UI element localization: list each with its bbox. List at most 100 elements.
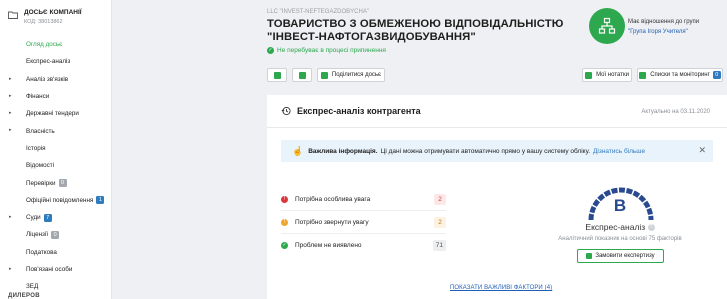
share-icon <box>320 71 328 79</box>
folder-icon <box>8 11 18 19</box>
sidebar-item[interactable]: ▸ Аналіз зв'язків <box>0 71 111 88</box>
risk-row[interactable]: ! Потрібно звернути увагу 2 <box>281 214 446 231</box>
sidebar-item[interactable]: ▸ Державні тендери <box>0 105 111 122</box>
sidebar-item-label: Огляд досьє <box>26 41 63 49</box>
latin-name: LLC "INVEST-NEFTEGAZDOBYCHA" <box>267 9 369 15</box>
company-code: КОД: 38013862 <box>24 19 63 25</box>
risk-label: Проблем не виявлено <box>295 242 362 249</box>
sidebar-item-label: Експрес-аналіз <box>26 58 71 66</box>
sidebar-item[interactable]: Огляд досьє <box>0 36 111 53</box>
risk-label: Потрібна особлива увага <box>295 196 371 203</box>
sidebar: ДОСЬЄ КОМПАНІЇ КОД: 38013862 Огляд досьє… <box>0 0 112 299</box>
sidebar-item[interactable]: Відомості <box>0 157 111 174</box>
company-header: LLC "INVEST-NEFTEGAZDOBYCHA" ТОВАРИСТВО … <box>112 0 727 92</box>
order-label: Замовити експертизу <box>595 253 655 259</box>
risk-count: 2 <box>434 217 446 228</box>
lists-monitoring-button[interactable]: Списки та моніторинг 0 <box>637 68 723 82</box>
score-subtitle: Аналітичний показник на основі 75 фактор… <box>558 236 682 242</box>
express-analysis-card: Експрес-аналіз контрагента Актуально на … <box>267 95 727 299</box>
company-name: ТОВАРИСТВО З ОБМЕЖЕНОЮ ВІДПОВІДАЛЬНІСТЮ … <box>267 18 564 43</box>
lists-label: Списки та моніторинг <box>650 72 710 78</box>
group-relation: Має відношення до групи "Група Ігоря Учи… <box>628 17 699 37</box>
sidebar-item[interactable]: ▸ Власність <box>0 122 111 139</box>
help-icon[interactable]: ? <box>647 224 655 232</box>
sidebar-item-label: Перевірки <box>26 179 56 187</box>
dossier-title: ДОСЬЄ КОМПАНІЇ <box>24 9 82 16</box>
sidebar-item-label: Офіційні повідомлення <box>26 196 94 204</box>
sidebar-item-label: Суди <box>26 214 41 222</box>
share-label: Поділитися досьє <box>331 72 382 78</box>
sidebar-item[interactable]: ▸ Суди 7 <box>0 209 111 226</box>
chevron-right-icon[interactable]: ▸ <box>9 127 12 133</box>
sidebar-item-label: Державні тендери <box>26 110 79 118</box>
share-dossier-button[interactable]: Поділитися досьє <box>317 68 385 82</box>
risk-row[interactable]: ✓ Проблем не виявлено 71 <box>281 237 446 254</box>
updated-date: Актуально на 03.11.2020 <box>641 109 710 115</box>
chevron-right-icon[interactable]: ▸ <box>9 214 12 220</box>
notes-icon <box>585 71 593 79</box>
group-icon-button[interactable] <box>589 8 625 44</box>
sidebar-item[interactable]: Експрес-аналіз <box>0 53 111 70</box>
grade-letter: B <box>613 196 627 215</box>
close-icon[interactable]: ✕ <box>698 145 706 156</box>
sidebar-item-label: Власність <box>26 127 55 135</box>
check-icon: ✓ <box>267 47 274 54</box>
sidebar-item[interactable]: Історія <box>0 140 111 157</box>
risk-row[interactable]: ! Потрібна особлива увага 2 <box>281 191 446 208</box>
risk-label: Потрібно звернути увагу <box>295 219 369 226</box>
sidebar-item-label: Відомості <box>26 162 55 170</box>
sidebar-item[interactable]: ▸ Фінанси <box>0 88 111 105</box>
sidebar-item-label: Фінанси <box>26 93 50 101</box>
export-button[interactable] <box>292 68 312 82</box>
sidebar-item-label: Історія <box>26 144 46 152</box>
show-factors-link[interactable]: ПОКАЗАТИ ВАЖЛИВІ ФАКТОРИ (4) <box>450 285 552 291</box>
sidebar-item-label: ЗЕД <box>26 283 39 291</box>
info-banner: ☝ Важлива інформація. Ці дані можна отри… <box>281 140 713 162</box>
order-expertise-button[interactable]: Замовити експертизу <box>577 249 664 263</box>
chevron-right-icon[interactable]: ▸ <box>9 110 12 116</box>
sidebar-item[interactable]: Ліцензії 0 <box>0 226 111 243</box>
info-bold: Важлива інформація. <box>308 147 378 155</box>
row-divider <box>281 233 446 234</box>
sidebar-item-label: Аналіз зв'язків <box>26 75 69 83</box>
hierarchy-icon <box>598 17 616 34</box>
history-clock-icon <box>281 106 291 116</box>
card-title: Експрес-аналіз контрагента <box>297 106 421 116</box>
chevron-right-icon[interactable]: ▸ <box>9 266 12 272</box>
dossier-header: ДОСЬЄ КОМПАНІЇ КОД: 38013862 <box>0 0 111 30</box>
order-icon <box>586 253 593 259</box>
document-icon <box>298 71 306 79</box>
learn-more-link[interactable]: Дізнатись більше <box>593 148 645 155</box>
status-line: ✓ Не перебуває в процесі припинення <box>267 47 386 54</box>
score-title-text: Експрес-аналіз <box>585 222 646 232</box>
count-badge: 1 <box>96 196 105 205</box>
sidebar-item[interactable]: Податкова <box>0 244 111 261</box>
risk-count: 71 <box>432 240 446 251</box>
sidebar-item-label: Податкова <box>26 248 57 256</box>
count-badge: 0 <box>51 230 60 239</box>
sidebar-item[interactable]: Офіційні повідомлення 1 <box>0 192 111 209</box>
count-badge: 0 <box>58 179 67 188</box>
printer-icon <box>273 71 281 79</box>
chevron-right-icon[interactable]: ▸ <box>9 93 12 99</box>
sidebar-nav: Огляд досьє Експрес-аналіз ▸ Аналіз зв'язкі… <box>0 36 111 295</box>
pointing-hand-icon: ☝ <box>292 145 304 156</box>
check-circle-icon: ✓ <box>281 242 288 249</box>
group-link[interactable]: "Група Ігоря Учителя" <box>628 27 699 37</box>
sidebar-item-label: Ліцензії <box>26 231 49 239</box>
notes-label: Мої нотатки <box>596 72 629 78</box>
card-header: Експрес-аналіз контрагента Актуально на … <box>267 95 727 128</box>
sidebar-item[interactable]: ▸ Пов'язані особи <box>0 261 111 278</box>
my-notes-button[interactable]: Мої нотатки <box>582 68 632 82</box>
lists-badge: 0 <box>712 71 721 79</box>
list-icon <box>639 71 647 79</box>
alert-circle-icon: ! <box>281 196 288 203</box>
sidebar-item[interactable]: Перевірки 0 <box>0 174 111 191</box>
risk-count: 2 <box>434 194 446 205</box>
score-title: Експрес-аналіз ? <box>535 222 705 232</box>
sidebar-footer: ДИЛЕРОВ <box>8 293 40 299</box>
group-label: Має відношення до групи <box>628 19 700 25</box>
print-button[interactable] <box>267 68 287 82</box>
status-text: Не перебуває в процесі припинення <box>277 47 386 54</box>
chevron-right-icon[interactable]: ▸ <box>9 76 12 82</box>
